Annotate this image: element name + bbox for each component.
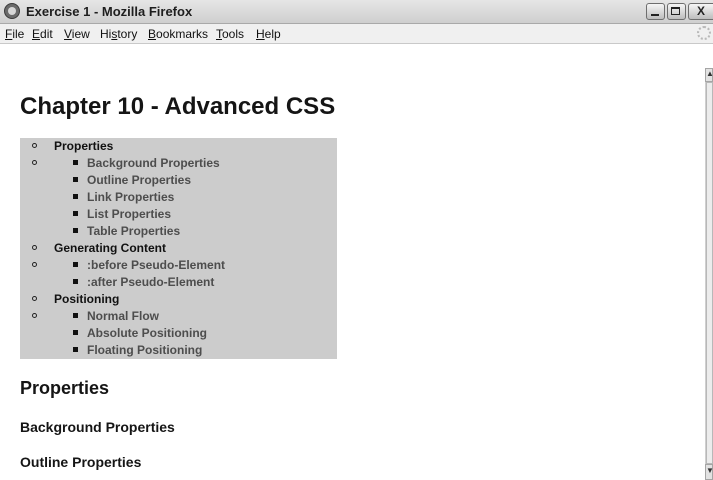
circle-bullet-icon [32, 262, 37, 267]
page-content: Chapter 10 - Advanced CSS Properties Bac… [0, 68, 705, 480]
maximize-icon [671, 7, 680, 15]
maximize-button[interactable] [667, 3, 686, 20]
section-heading-properties: Properties [20, 378, 110, 398]
toc-item-generating-content[interactable]: Generating Content [54, 241, 166, 255]
minimize-button[interactable] [646, 3, 665, 20]
scroll-up-arrow-icon[interactable]: ▲ [705, 68, 713, 82]
scrollbar-thumb[interactable] [706, 82, 713, 464]
subheading-outline-properties: Outline Properties [20, 454, 142, 470]
toc-item-after-pseudo-element[interactable]: :after Pseudo-Element [87, 275, 214, 289]
menu-help[interactable]: Help [256, 27, 281, 41]
square-bullet-icon [73, 262, 78, 267]
window-title: Exercise 1 - Mozilla Firefox [26, 4, 193, 19]
circle-bullet-icon [32, 245, 37, 250]
toc-item-outline-properties[interactable]: Outline Properties [87, 173, 191, 187]
square-bullet-icon [73, 160, 78, 165]
toc-item-floating-positioning[interactable]: Floating Positioning [87, 343, 202, 357]
toc-item-list-properties[interactable]: List Properties [87, 207, 171, 221]
minimize-icon [651, 14, 659, 16]
square-bullet-icon [73, 330, 78, 335]
square-bullet-icon [73, 194, 78, 199]
menu-history[interactable]: History [100, 27, 137, 41]
square-bullet-icon [73, 177, 78, 182]
square-bullet-icon [73, 313, 78, 318]
circle-bullet-icon [32, 143, 37, 148]
menu-view[interactable]: View [64, 27, 90, 41]
square-bullet-icon [73, 228, 78, 233]
square-bullet-icon [73, 347, 78, 352]
table-of-contents: Properties Background Properties Outline… [20, 138, 337, 359]
firefox-icon [4, 3, 20, 19]
toc-item-link-properties[interactable]: Link Properties [87, 190, 174, 204]
circle-bullet-icon [32, 160, 37, 165]
toc-item-properties[interactable]: Properties [54, 139, 113, 153]
menu-file[interactable]: File [5, 27, 24, 41]
throbber-icon [697, 26, 711, 40]
square-bullet-icon [73, 279, 78, 284]
menu-tools[interactable]: Tools [216, 27, 244, 41]
circle-bullet-icon [32, 296, 37, 301]
subheading-background-properties: Background Properties [20, 419, 175, 435]
toc-item-background-properties[interactable]: Background Properties [87, 156, 220, 170]
toc-item-absolute-positioning[interactable]: Absolute Positioning [87, 326, 207, 340]
toc-item-positioning[interactable]: Positioning [54, 292, 119, 306]
close-button[interactable]: X [688, 3, 713, 20]
scroll-down-arrow-icon[interactable]: ▼ [705, 464, 713, 480]
menu-bar: File Edit View History Bookmarks Tools H… [0, 24, 713, 44]
toc-item-table-properties[interactable]: Table Properties [87, 224, 180, 238]
page-title: Chapter 10 - Advanced CSS [20, 93, 336, 120]
square-bullet-icon [73, 211, 78, 216]
menu-edit[interactable]: Edit [32, 27, 53, 41]
circle-bullet-icon [32, 313, 37, 318]
window-titlebar[interactable]: Exercise 1 - Mozilla Firefox X [0, 0, 713, 24]
menu-bookmarks[interactable]: Bookmarks [148, 27, 208, 41]
toc-item-before-pseudo-element[interactable]: :before Pseudo-Element [87, 258, 225, 272]
toc-item-normal-flow[interactable]: Normal Flow [87, 309, 159, 323]
